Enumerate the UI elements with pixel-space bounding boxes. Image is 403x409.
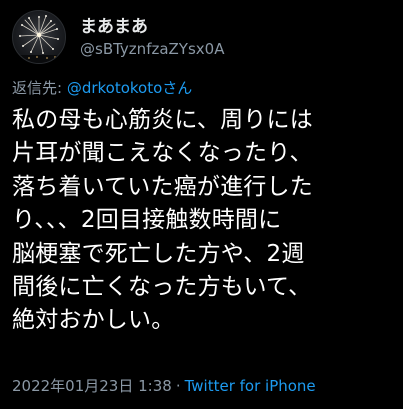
tweet-text-line: 絶対おかしい。 bbox=[12, 307, 175, 334]
tweet-timestamp[interactable]: 2022年01月23日 1:38 bbox=[12, 377, 172, 395]
tweet-text-line: 脳梗塞で死亡した方や、2週 bbox=[12, 240, 305, 267]
tweet-text-line: 私の母も心筋炎に、周りには bbox=[12, 107, 313, 133]
tweet-meta: 2022年01月23日 1:38 · Twitter for iPhone bbox=[12, 375, 316, 396]
reply-to-label: 返信先: bbox=[12, 79, 67, 97]
tweet-text-line: 間後に亡くなった方もいて、 bbox=[12, 274, 312, 301]
tweet-card: まあまあ @sBTyznfzaZYsx0A 返信先: @drkotokotoさん… bbox=[0, 0, 403, 409]
meta-separator: · bbox=[175, 377, 181, 395]
firework-avatar-icon[interactable] bbox=[12, 10, 66, 64]
tweet-text: 私の母も心筋炎に、周りには 片耳が聞こえなくなったり、 落ち着いていた癌が進行し… bbox=[12, 104, 396, 338]
reply-to-line: 返信先: @drkotokotoさん bbox=[12, 77, 192, 98]
reply-mention-link[interactable]: @drkotokotoさん bbox=[67, 79, 192, 97]
tweet-text-line: 落ち着いていた癌が進行した bbox=[12, 173, 313, 200]
tweet-source-link[interactable]: Twitter for iPhone bbox=[185, 377, 316, 395]
author-handle[interactable]: @sBTyznfzaZYsx0A bbox=[80, 40, 224, 58]
tweet-text-line: 片耳が聞こえなくなったり、 bbox=[12, 140, 313, 167]
author-display-name[interactable]: まあまあ bbox=[80, 12, 148, 37]
tweet-text-line: り、、、2回目接触数時間に bbox=[12, 207, 282, 234]
